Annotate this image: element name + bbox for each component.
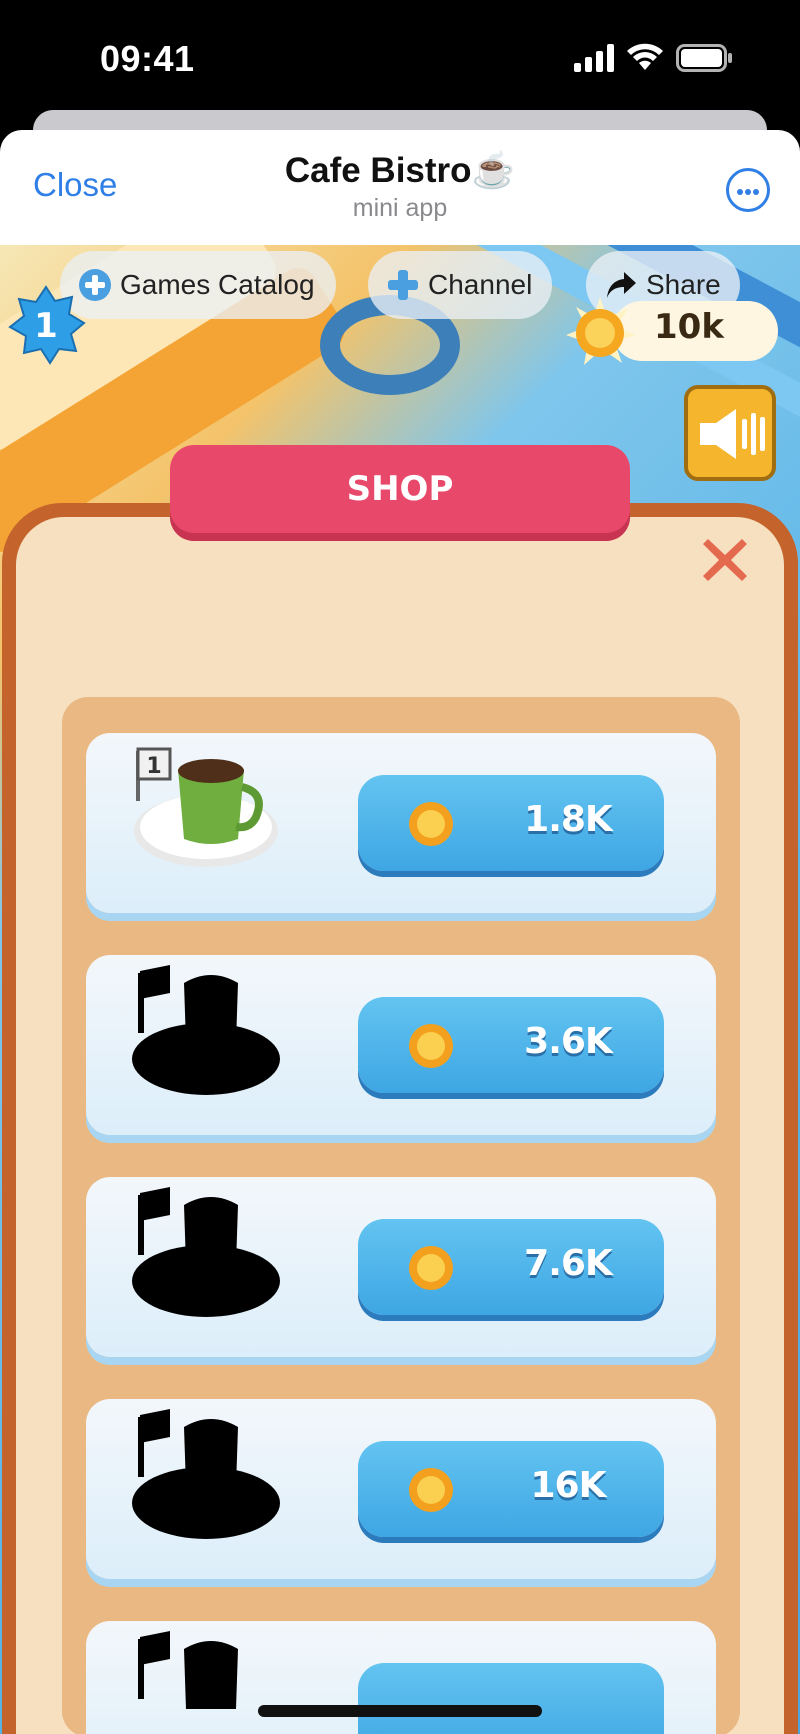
coin-icon (409, 1468, 453, 1512)
wifi-icon (627, 43, 663, 70)
status-bar: 09:41 (0, 0, 800, 118)
table-number: 1 (146, 754, 161, 779)
buy-button[interactable]: 1.8K (358, 775, 664, 871)
coin-icon (566, 297, 636, 365)
buy-button[interactable]: 3.6K (358, 997, 664, 1093)
shop-item: 16K (86, 1399, 716, 1579)
buy-button[interactable]: 16K (358, 1441, 664, 1537)
game-canvas[interactable]: Games Catalog Channel Share 1 10k SHOP 1… (0, 245, 800, 1734)
level-badge-icon: 1 (8, 285, 86, 365)
shop-item-list[interactable]: 1 1.8K 3.6K 7.6K 16K (62, 697, 740, 1734)
locked-silhouette-icon (132, 1409, 280, 1539)
green-coffee-cup-icon: 1 (134, 747, 278, 867)
coin-icon (409, 802, 453, 846)
games-catalog-button[interactable]: Games Catalog (60, 251, 336, 319)
locked-silhouette-icon (132, 965, 280, 1095)
home-indicator[interactable] (258, 1705, 542, 1717)
item-price: 16K (530, 1465, 607, 1506)
shop-item: 1 1.8K (86, 733, 716, 913)
plus-icon (388, 270, 418, 300)
mini-app-header: Close Cafe Bistro☕ mini app (0, 130, 800, 245)
more-options-icon[interactable] (726, 168, 770, 212)
coin-icon (409, 1246, 453, 1290)
locked-silhouette-icon (138, 1631, 238, 1709)
shop-title: SHOP (170, 445, 630, 541)
item-price: 7.6K (524, 1243, 613, 1284)
coin-count: 10k (654, 307, 724, 347)
channel-button[interactable]: Channel (368, 251, 552, 319)
speaker-icon (700, 409, 765, 459)
level-number: 1 (34, 306, 58, 346)
item-price: 3.6K (524, 1021, 613, 1062)
buy-button[interactable] (358, 1663, 664, 1734)
channel-label: Channel (428, 269, 533, 300)
app-subtitle: mini app (352, 194, 448, 222)
status-time: 09:41 (100, 38, 195, 79)
buy-button[interactable]: 7.6K (358, 1219, 664, 1315)
games-catalog-label: Games Catalog (120, 269, 315, 300)
locked-silhouette-icon (132, 1187, 280, 1317)
close-shop-icon[interactable] (700, 535, 750, 585)
shop-item: 7.6K (86, 1177, 716, 1357)
item-price: 1.8K (524, 799, 613, 840)
cellular-signal-icon (574, 44, 614, 72)
shop-item: 3.6K (86, 955, 716, 1135)
app-title: Cafe Bistro☕ (284, 151, 516, 190)
share-label: Share (646, 269, 721, 300)
coin-icon (409, 1024, 453, 1068)
shop-item (86, 1621, 716, 1734)
sound-toggle-button[interactable] (684, 385, 776, 481)
battery-icon (676, 44, 732, 72)
